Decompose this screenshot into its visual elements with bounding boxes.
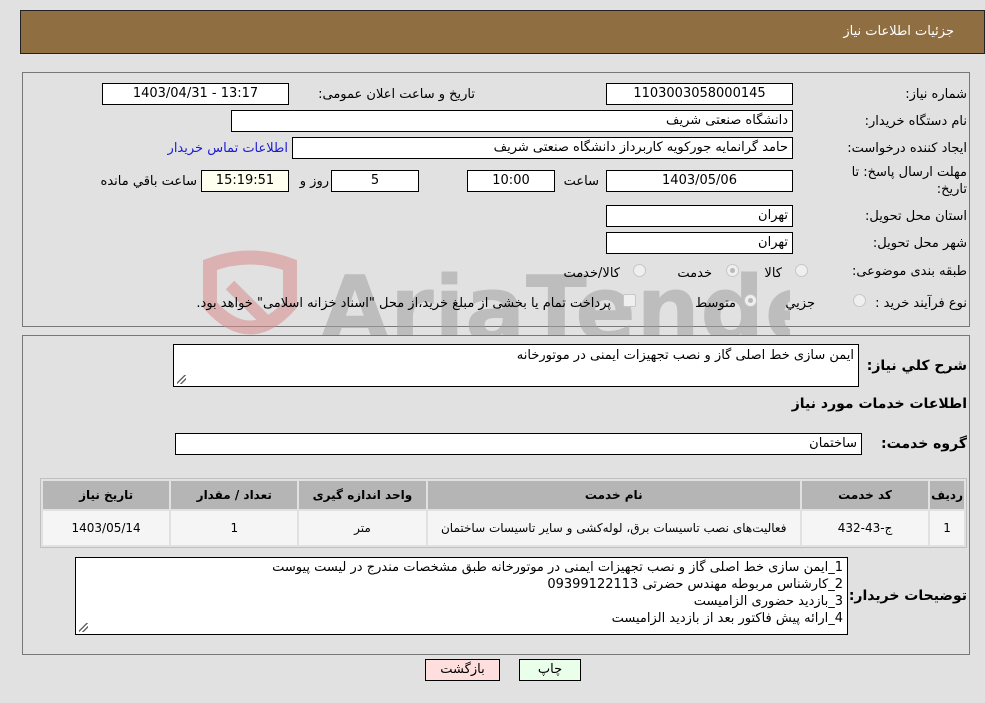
- need-number-field[interactable]: 1103003058000145: [606, 83, 793, 105]
- process-radio-medium[interactable]: [744, 294, 757, 307]
- services-table: ردیف کد خدمت نام خدمت واحد اندازه گیری ت…: [40, 478, 967, 548]
- deadline-time-field[interactable]: 10:00: [467, 170, 555, 192]
- cell-row-number: 1: [930, 511, 964, 545]
- buyer-notes-label: توضیحات خریدار:: [848, 588, 967, 604]
- days-remaining-field[interactable]: 5: [331, 170, 419, 192]
- buyer-org-field[interactable]: دانشگاه صنعتی شریف: [231, 110, 793, 132]
- buyer-org-label: نام دستگاه خریدار:: [864, 114, 967, 129]
- summary-label: شرح کلي نياز:: [866, 358, 967, 374]
- services-heading: اطلاعات خدمات مورد نیاز: [791, 396, 967, 412]
- need-number-label: شماره نیاز:: [905, 87, 967, 102]
- summary-textarea[interactable]: ایمن سازی خط اصلی گاز و نصب تجهیزات ایمن…: [173, 344, 859, 387]
- col-header-quantity: تعداد / مقدار: [171, 481, 298, 509]
- cell-service-name: فعالیت‌های نصب تاسیسات برق، لوله‌کشی و س…: [427, 511, 800, 545]
- process-option-minor: جزيي: [785, 296, 815, 311]
- deadline-label-date: تاریخ:: [936, 182, 967, 197]
- province-field[interactable]: تهران: [606, 205, 793, 227]
- category-option-service: خدمت: [677, 266, 712, 281]
- remaining-time-field: 15:19:51: [201, 170, 289, 192]
- resize-grip-icon[interactable]: [79, 623, 88, 632]
- buyer-note-line: 4_ارائه پیش فاکتور بعد از بازدید الزامیس…: [611, 611, 843, 626]
- process-option-medium: متوسط: [695, 296, 736, 311]
- service-group-label: گروه خدمت:: [881, 436, 967, 452]
- deadline-date-field[interactable]: 1403/05/06: [606, 170, 793, 192]
- cell-quantity: 1: [171, 511, 298, 545]
- buyer-notes-textarea[interactable]: 1_ایمن سازی خط اصلی گاز و نصب تجهیزات ای…: [75, 557, 848, 635]
- province-label: استان محل تحویل:: [865, 209, 967, 224]
- city-field[interactable]: تهران: [606, 232, 793, 254]
- creator-field[interactable]: حامد گرانمایه جورکویه کاربرداز دانشگاه ص…: [292, 137, 793, 159]
- buyer-note-line: 3_بازدید حضوری الزامیست: [693, 594, 843, 609]
- resize-grip-icon[interactable]: [177, 375, 186, 384]
- category-radio-service[interactable]: [726, 264, 739, 277]
- page-header: جزئیات اطلاعات نیاز: [20, 10, 985, 54]
- buyer-note-line: 2_کارشناس مربوطه مهندس حضرتی 09399122113: [547, 577, 843, 592]
- cell-service-code: ج-43-432: [801, 511, 929, 545]
- col-header-row-number: ردیف: [930, 481, 964, 509]
- col-header-service-name: نام خدمت: [427, 481, 800, 509]
- process-radio-minor[interactable]: [853, 294, 866, 307]
- cell-unit: متر: [299, 511, 426, 545]
- col-header-unit: واحد اندازه گیری: [299, 481, 426, 509]
- table-row: 1 ج-43-432 فعالیت‌های نصب تاسیسات برق، ل…: [43, 511, 964, 545]
- treasury-checkbox[interactable]: [623, 294, 636, 307]
- city-label: شهر محل تحویل:: [872, 236, 967, 251]
- print-button[interactable]: چاپ: [519, 659, 581, 681]
- announce-label: تاریخ و ساعت اعلان عمومی:: [318, 87, 475, 102]
- service-group-field[interactable]: ساختمان: [175, 433, 862, 455]
- creator-label: ایجاد کننده درخواست:: [847, 141, 967, 156]
- treasury-note: پرداخت تمام یا بخشی از مبلغ خرید،از محل …: [196, 296, 611, 311]
- summary-text: ایمن سازی خط اصلی گاز و نصب تجهیزات ایمن…: [516, 348, 854, 363]
- page-title: جزئیات اطلاعات نیاز: [843, 24, 954, 39]
- buyer-contact-link[interactable]: اطلاعات تماس خریدار: [168, 141, 288, 156]
- process-type-label: نوع فرآیند خرید :: [875, 296, 967, 311]
- announce-datetime-field[interactable]: 1403/04/31 - 13:17: [102, 83, 289, 105]
- category-option-goods: کالا: [764, 266, 782, 281]
- deadline-time-label: ساعت: [563, 174, 599, 189]
- back-button[interactable]: بازگشت: [425, 659, 500, 681]
- buyer-note-line: 1_ایمن سازی خط اصلی گاز و نصب تجهیزات ای…: [272, 560, 843, 575]
- col-header-service-code: کد خدمت: [801, 481, 929, 509]
- category-label: طبقه بندی موضوعی:: [851, 264, 967, 279]
- remaining-time-label: ساعت باقي مانده: [100, 174, 197, 189]
- col-header-need-date: تاریخ نیاز: [43, 481, 170, 509]
- cell-need-date: 1403/05/14: [43, 511, 170, 545]
- category-radio-goods[interactable]: [795, 264, 808, 277]
- category-radio-goods-service[interactable]: [633, 264, 646, 277]
- deadline-label: مهلت ارسال پاسخ: تا: [851, 165, 967, 180]
- table-header-row: ردیف کد خدمت نام خدمت واحد اندازه گیری ت…: [43, 481, 964, 509]
- category-option-goods-service: کالا/خدمت: [563, 266, 620, 281]
- days-label: روز و: [299, 174, 329, 189]
